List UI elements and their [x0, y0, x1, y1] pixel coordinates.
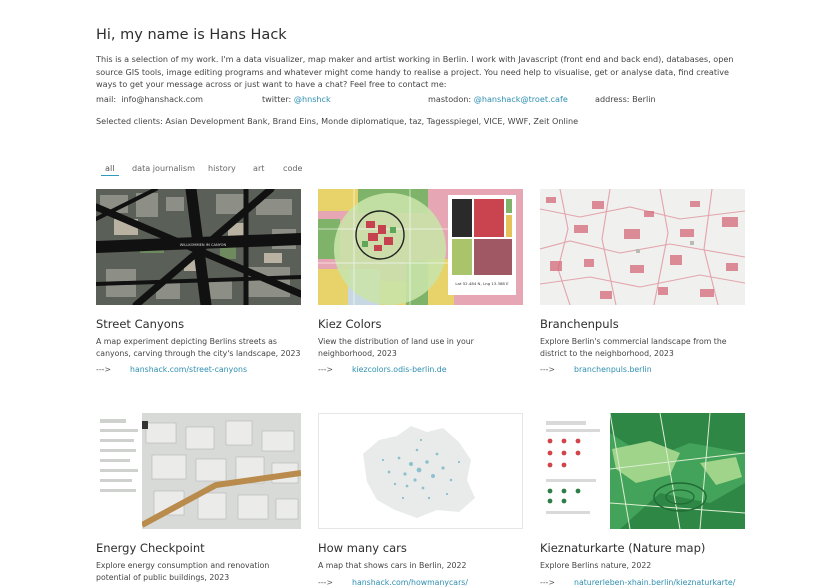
- project-thumbnail[interactable]: [540, 189, 745, 305]
- project-thumbnail[interactable]: [96, 413, 301, 529]
- tab-data-journalism[interactable]: data journalism: [132, 163, 195, 173]
- tab-history[interactable]: history: [208, 163, 236, 173]
- project-description: Explore Berlins nature, 2022: [540, 561, 652, 570]
- contact-mastodon: mastodon: @hanshack@troet.cafe: [428, 94, 568, 104]
- project-thumbnail[interactable]: WILLKOMMEN IM CANYON: [96, 189, 301, 305]
- arrow: --->: [96, 365, 111, 374]
- project-link[interactable]: kiezcolors.odis-berlin.de: [352, 365, 447, 374]
- page-title: Hi, my name is Hans Hack: [96, 27, 287, 43]
- thumbnail-caption: WILLKOMMEN IM CANYON: [180, 243, 227, 247]
- tab-art[interactable]: art: [253, 163, 264, 173]
- clients-list: Selected clients: Asian Development Bank…: [96, 116, 579, 126]
- project-description: Explore Berlin's commercial landscape fr…: [540, 337, 727, 358]
- thumbnail-coordinates: Lat 52.484 N, Lng 13.388 E: [455, 281, 509, 286]
- project-thumbnail[interactable]: [318, 413, 523, 529]
- project-thumbnail[interactable]: Lat 52.484 N, Lng 13.388 E: [318, 189, 523, 305]
- address-label: address:: [595, 94, 630, 104]
- tab-code[interactable]: code: [283, 163, 303, 173]
- project-title: Kieznaturkarte (Nature map): [540, 541, 706, 555]
- mail-value[interactable]: info@hanshack.com: [121, 94, 203, 104]
- project-description: Explore energy consumption and renovatio…: [96, 561, 270, 582]
- contact-mail: mail: info@hanshack.com: [96, 94, 203, 104]
- mastodon-link[interactable]: @hanshack@troet.cafe: [474, 94, 568, 104]
- project-description: View the distribution of land use in you…: [318, 337, 474, 358]
- project-description: A map that shows cars in Berlin, 2022: [318, 561, 467, 570]
- mastodon-label: mastodon:: [428, 94, 472, 104]
- twitter-label: twitter:: [262, 94, 292, 104]
- intro-paragraph: This is a selection of my work. I'm a da…: [96, 54, 734, 89]
- portfolio-page: Hi, my name is Hans Hack This is a selec…: [0, 0, 840, 587]
- project-title: Street Canyons: [96, 317, 185, 331]
- project-link[interactable]: hanshack.com/street-canyons: [130, 365, 247, 374]
- project-thumbnail[interactable]: [540, 413, 745, 529]
- project-title: Energy Checkpoint: [96, 541, 205, 555]
- contact-twitter: twitter: @hnshck: [262, 94, 331, 104]
- contact-address: address: Berlin: [595, 94, 656, 104]
- arrow: --->: [540, 578, 555, 587]
- tab-all[interactable]: all: [105, 163, 114, 173]
- project-link[interactable]: naturerleben-xhain.berlin/kieznaturkarte…: [574, 578, 735, 587]
- active-tab-indicator: [101, 175, 119, 176]
- project-description: A map experiment depicting Berlins stree…: [96, 337, 301, 358]
- project-title: Branchenpuls: [540, 317, 619, 331]
- arrow: --->: [318, 365, 333, 374]
- mail-label: mail:: [96, 94, 117, 104]
- arrow: --->: [540, 365, 555, 374]
- arrow: --->: [318, 578, 333, 587]
- project-link[interactable]: hanshack.com/howmanycars/: [352, 578, 468, 587]
- project-title: Kiez Colors: [318, 317, 382, 331]
- address-value: Berlin: [632, 94, 656, 104]
- twitter-link[interactable]: @hnshck: [294, 94, 331, 104]
- project-title: How many cars: [318, 541, 407, 555]
- project-link[interactable]: branchenpuls.berlin: [574, 365, 652, 374]
